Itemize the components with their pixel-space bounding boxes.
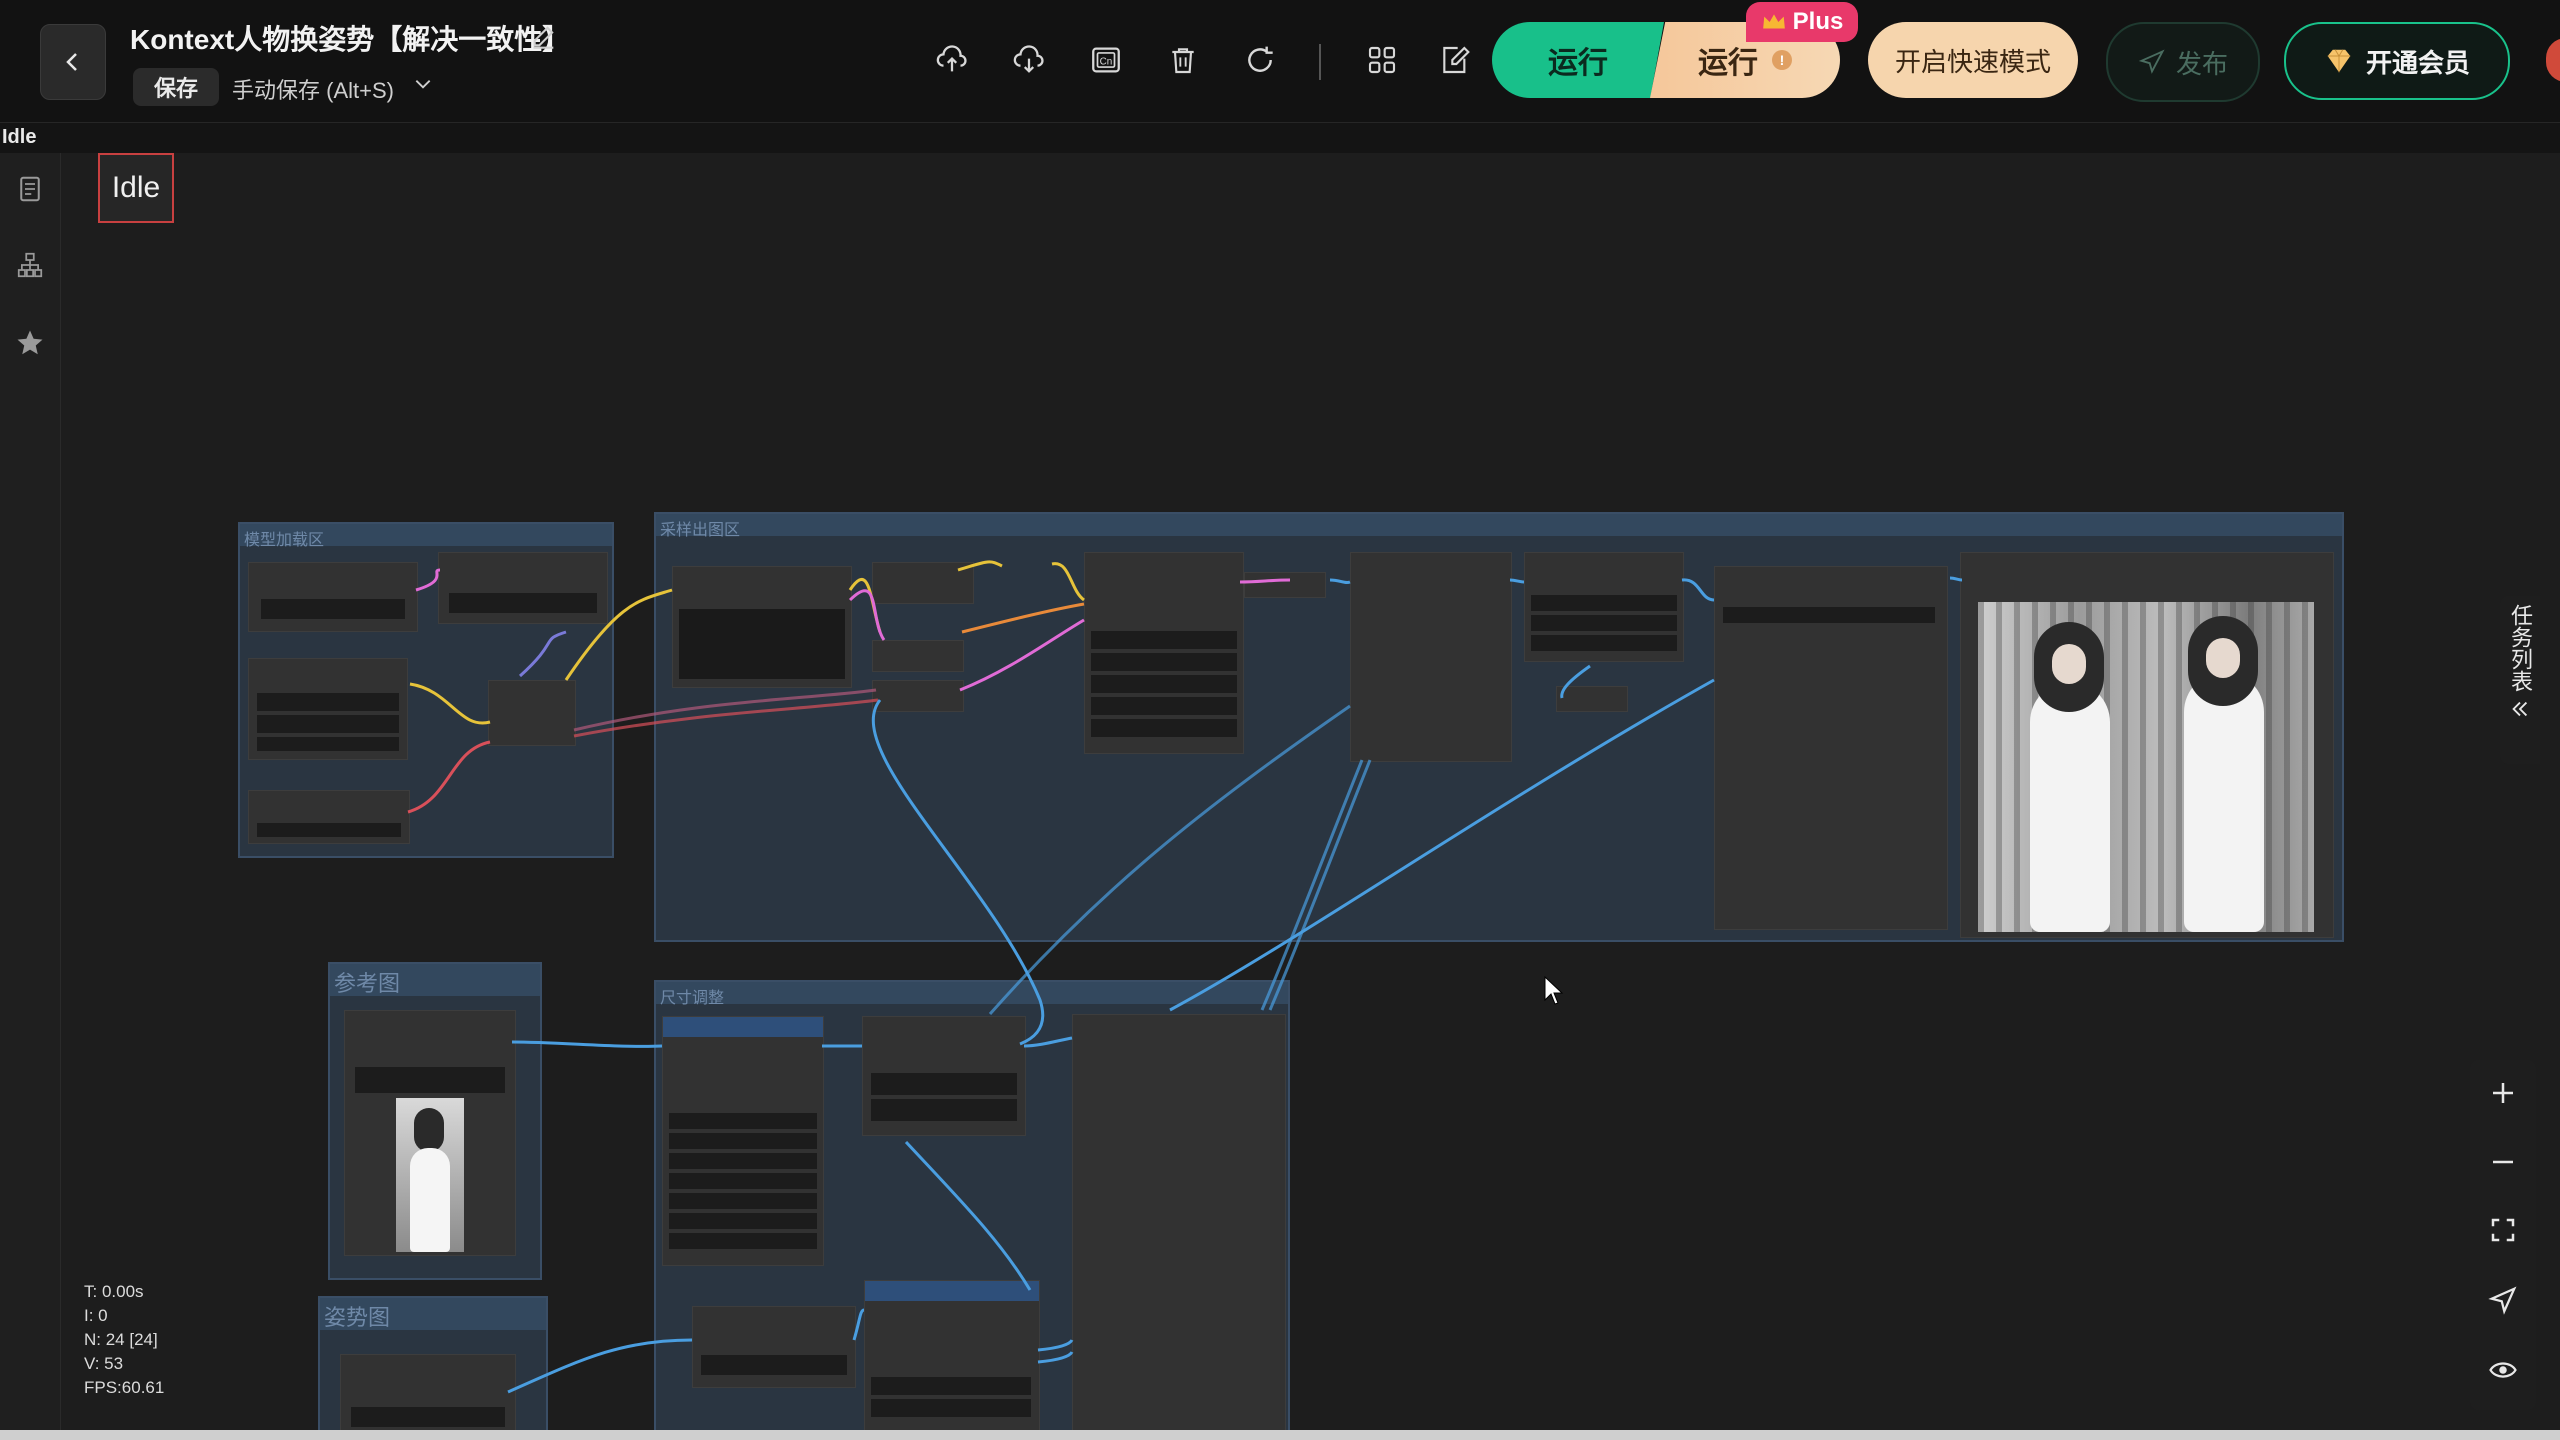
stat-i: I: 0 [84, 1306, 108, 1325]
mouse-cursor-icon [1544, 976, 1564, 1006]
stat-time: T: 0.00s [84, 1282, 144, 1301]
fit-view-icon[interactable] [2483, 1210, 2523, 1250]
stat-nodes: N: 24 [24] [84, 1330, 158, 1349]
canvas-stats: T: 0.00s I: 0 N: 24 [24] V: 53 FPS:60.61 [84, 1280, 164, 1400]
task-list-label: 任务列表 [2508, 604, 2533, 692]
node-links [407, 560, 1963, 1394]
bottom-scrollbar[interactable] [0, 1430, 2560, 1440]
stat-fps: FPS:60.61 [84, 1378, 165, 1397]
stat-v: V: 53 [84, 1354, 124, 1373]
chevron-double-left-icon [2512, 701, 2528, 717]
zoom-controls [2470, 1060, 2536, 1410]
zoom-in-icon[interactable] [2483, 1073, 2523, 1113]
zoom-out-icon[interactable] [2483, 1142, 2523, 1182]
eye-icon[interactable] [2483, 1350, 2523, 1390]
navigate-icon[interactable] [2483, 1280, 2523, 1320]
task-list-tab[interactable]: 任务列表 [2500, 596, 2540, 764]
